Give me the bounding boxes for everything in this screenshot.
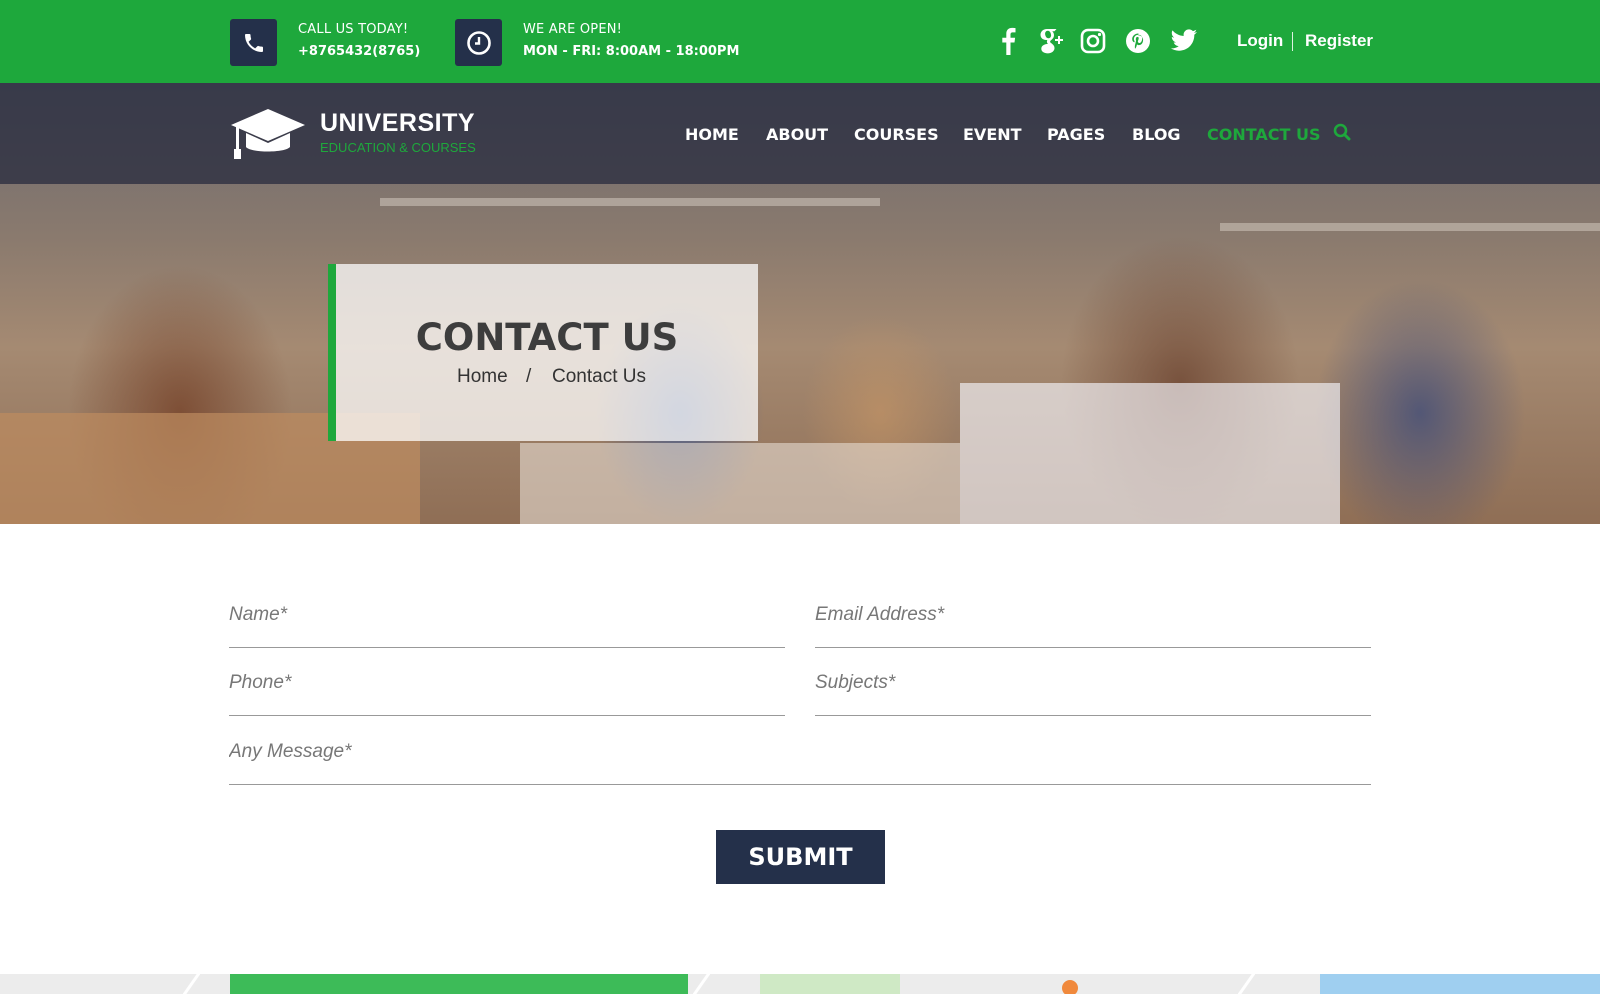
page-title-card: CONTACT US Home / Contact Us xyxy=(328,264,758,441)
nav-courses[interactable]: COURSES xyxy=(854,125,939,144)
search-icon[interactable] xyxy=(1333,123,1351,146)
top-bar: CALL US TODAY! +8765432(8765) WE ARE OPE… xyxy=(0,0,1600,83)
hero-banner: UNIVERSITY EDUCATION & COURSES HOME ABOU… xyxy=(0,83,1600,524)
shelf-decor xyxy=(380,198,880,206)
map-pin-icon[interactable] xyxy=(1062,980,1078,994)
google-plus-icon[interactable] xyxy=(1034,26,1066,56)
nav-pages[interactable]: PAGES xyxy=(1047,125,1105,144)
open-label: WE ARE OPEN! xyxy=(523,22,623,37)
map-green-area xyxy=(230,974,688,994)
submit-button[interactable]: SUBMIT xyxy=(716,830,885,884)
phone-icon xyxy=(244,33,263,52)
page-title: CONTACT US xyxy=(415,316,679,359)
register-link[interactable]: Register xyxy=(1305,31,1373,51)
nav-event[interactable]: EVENT xyxy=(963,125,1022,144)
map-road xyxy=(182,974,201,994)
twitter-icon[interactable] xyxy=(1168,26,1200,56)
subject-field[interactable] xyxy=(815,656,1371,694)
login-link[interactable]: Login xyxy=(1237,31,1283,51)
email-field[interactable] xyxy=(815,588,1371,626)
main-navbar: UNIVERSITY EDUCATION & COURSES HOME ABOU… xyxy=(0,83,1600,184)
breadcrumb-separator: / xyxy=(526,366,532,387)
graduation-cap-icon xyxy=(231,109,305,159)
facebook-icon[interactable] xyxy=(994,26,1022,56)
shelf-decor xyxy=(1220,223,1600,231)
breadcrumb-current: Contact Us xyxy=(552,366,646,387)
map-water xyxy=(1320,974,1600,994)
instagram-icon[interactable] xyxy=(1078,26,1108,56)
phone-field-wrap xyxy=(229,656,785,716)
nav-home[interactable]: HOME xyxy=(685,125,739,144)
map-road xyxy=(692,974,711,994)
message-field-wrap xyxy=(229,725,1371,785)
shirt-decor xyxy=(960,383,1340,524)
message-field[interactable] xyxy=(229,725,1371,763)
pinterest-icon[interactable] xyxy=(1123,26,1153,56)
name-field-wrap xyxy=(229,588,785,648)
phone-icon-box xyxy=(230,19,277,66)
call-label: CALL US TODAY! xyxy=(298,22,409,37)
call-info: CALL US TODAY! +8765432(8765) xyxy=(298,22,420,59)
brand-name: UNIVERSITY xyxy=(320,109,476,137)
clock-icon-box xyxy=(455,19,502,66)
desk-decor xyxy=(520,443,960,524)
email-field-wrap xyxy=(815,588,1371,648)
phone-field[interactable] xyxy=(229,656,785,694)
map[interactable] xyxy=(0,974,1600,994)
open-hours: MON - FRI: 8:00AM - 18:00PM xyxy=(523,44,740,59)
nav-contact-us[interactable]: CONTACT US xyxy=(1207,125,1321,144)
brand-tagline: EDUCATION & COURSES xyxy=(320,140,476,155)
nav-blog[interactable]: BLOG xyxy=(1132,125,1181,144)
call-number[interactable]: +8765432(8765) xyxy=(298,44,420,59)
auth-divider xyxy=(1292,32,1293,51)
hours-info: WE ARE OPEN! MON - FRI: 8:00AM - 18:00PM xyxy=(523,22,739,59)
map-park xyxy=(760,974,900,994)
name-field[interactable] xyxy=(229,588,785,626)
subject-field-wrap xyxy=(815,656,1371,716)
nav-about[interactable]: ABOUT xyxy=(766,125,828,144)
logo-link[interactable] xyxy=(229,107,307,166)
clock-icon xyxy=(466,30,491,55)
map-road xyxy=(1237,974,1256,994)
breadcrumb-home[interactable]: Home xyxy=(457,366,508,388)
